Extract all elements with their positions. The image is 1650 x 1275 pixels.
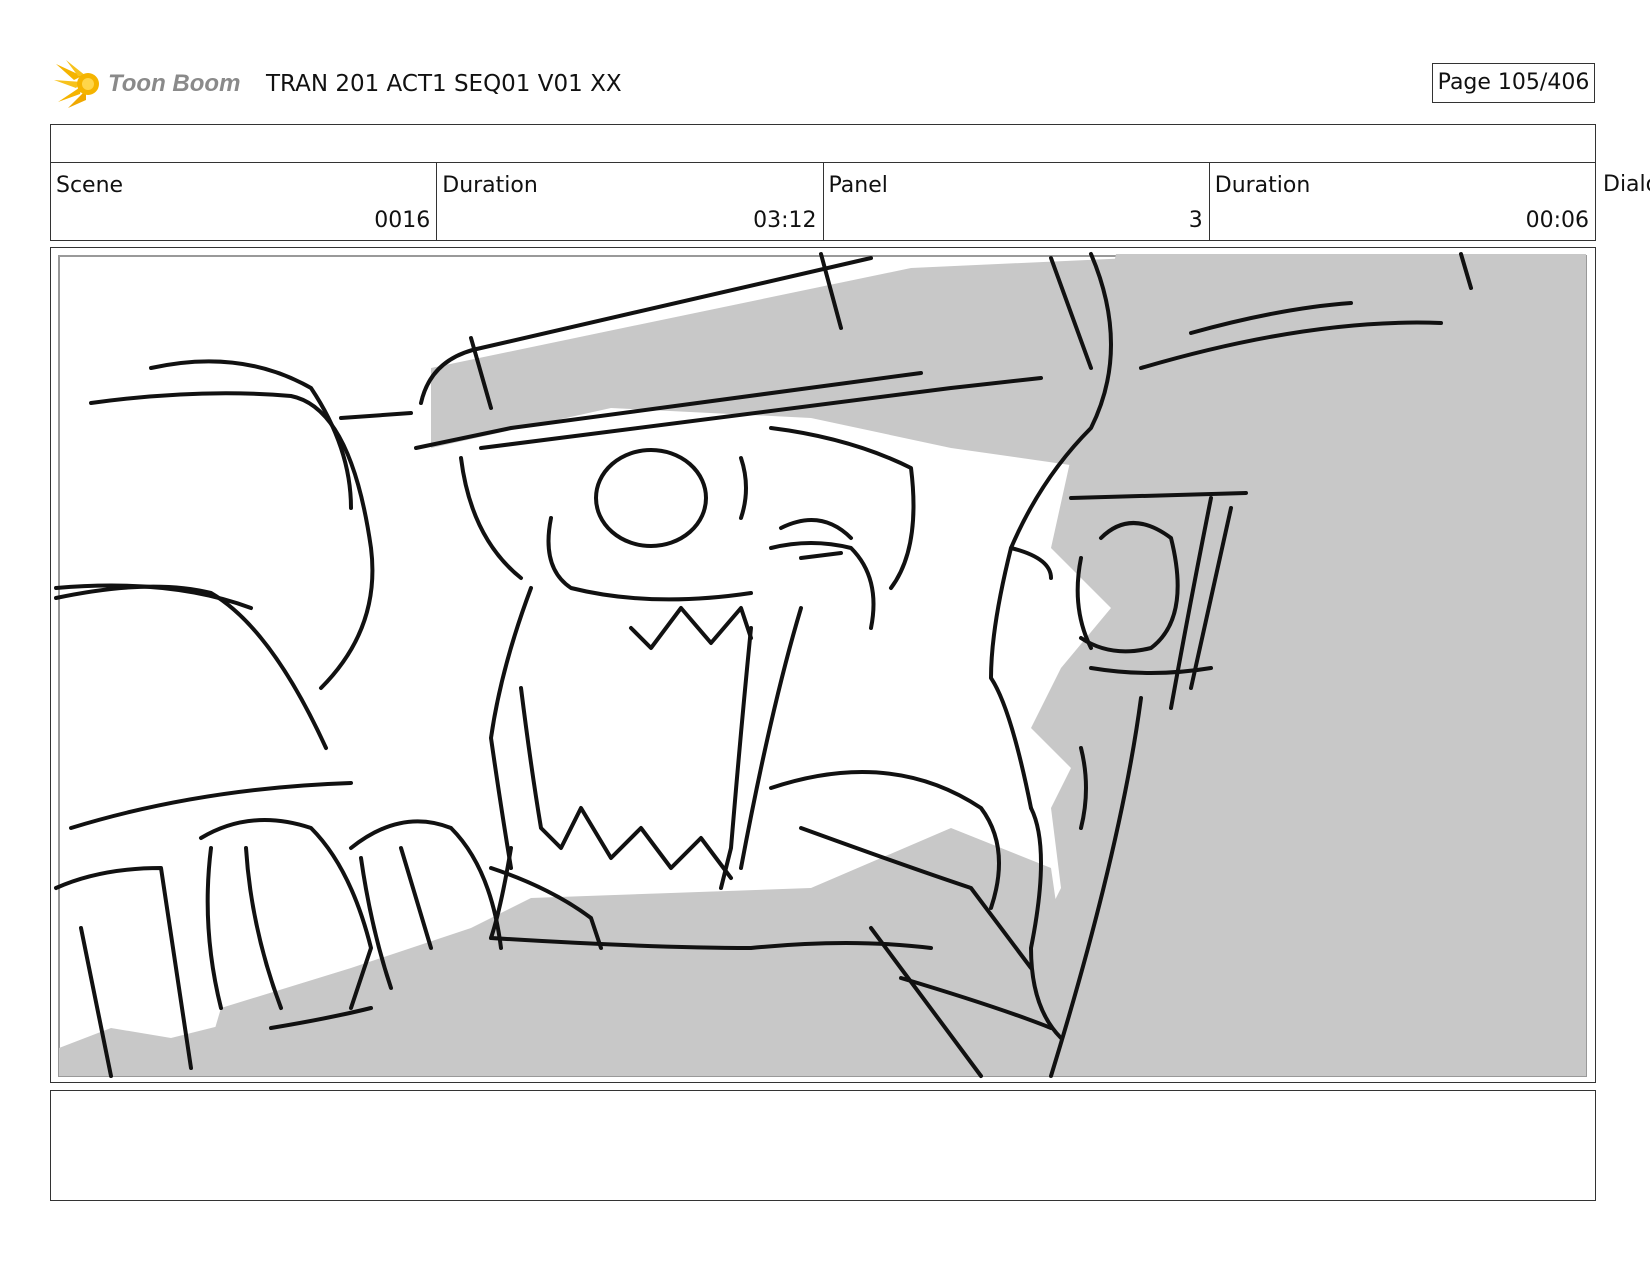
dialog-label: Dialog [1603, 172, 1650, 197]
panel-duration-value: 00:06 [1525, 208, 1589, 233]
logo-wordmark: Toon Boom [108, 70, 240, 97]
scene-info-row: Scene 0016 Duration 03:12 Panel 3 Durati… [50, 162, 1596, 241]
scene-duration-cell: Duration 03:12 [437, 163, 824, 240]
document-title: TRAN 201 ACT1 SEQ01 V01 XX [266, 71, 622, 97]
panel-sketch [54, 252, 1587, 1078]
storyboard-panel [50, 247, 1596, 1083]
notes-box [50, 1090, 1596, 1201]
panel-value: 3 [1188, 208, 1203, 233]
starburst-icon [54, 60, 99, 108]
scene-duration-label: Duration [442, 173, 538, 198]
scene-label: Scene [56, 173, 124, 198]
toon-boom-logo: Toon Boom [54, 60, 240, 108]
page-indicator: Page 105/406 [1432, 63, 1595, 103]
scene-value: 0016 [374, 208, 431, 233]
panel-duration-label: Duration [1214, 173, 1311, 198]
scene-duration-value: 03:12 [753, 208, 817, 233]
panel-label: Panel [828, 173, 888, 198]
header-band [50, 124, 1596, 163]
panel-cell: Panel 3 [824, 163, 1210, 240]
panel-duration-cell: Duration 00:06 [1210, 163, 1595, 240]
scene-cell: Scene 0016 [51, 163, 438, 240]
